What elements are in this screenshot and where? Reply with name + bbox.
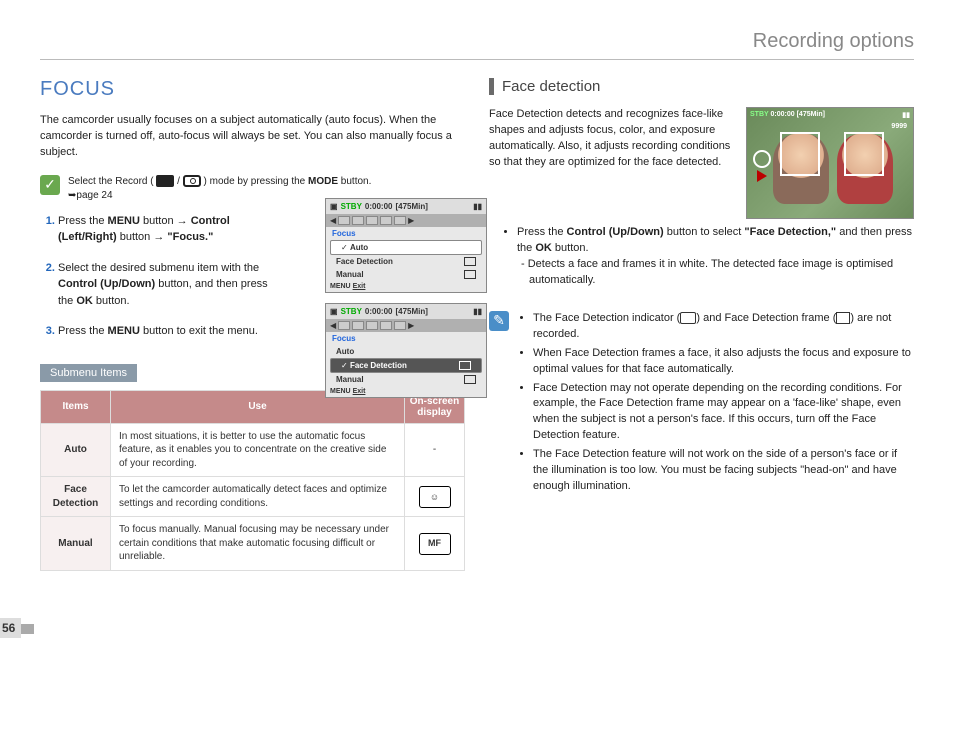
row-manual-osd: MF: [405, 517, 465, 571]
row-auto-use: In most situations, it is better to use …: [111, 423, 405, 477]
face-frame-1: [780, 132, 820, 176]
photo-mode-icon: [183, 175, 201, 187]
face-indicator-icon: [753, 150, 771, 168]
lcd-section-label: Focus: [326, 332, 486, 345]
lcd-manual-item: Manual: [326, 268, 486, 281]
lcd-face-selected: ✓ Face Detection: [330, 358, 482, 373]
page-number: 56: [0, 618, 21, 638]
submenu-heading: Submenu Items: [40, 364, 137, 382]
battery-icon: ▮▮: [473, 202, 482, 211]
face-indicator-inline-icon: [680, 312, 696, 324]
lcd-auto-item: Auto: [326, 345, 486, 358]
face-detection-heading: Face detection: [489, 78, 914, 95]
lcd-tabs: ◀▶: [326, 214, 486, 227]
row-face-name: Face Detection: [41, 477, 111, 517]
instruction-1: Press the Control (Up/Down) button to se…: [517, 225, 914, 289]
sd-icon: ▣: [330, 307, 338, 316]
face-frame-inline-icon: [836, 312, 850, 324]
note-2: When Face Detection frames a face, it al…: [533, 346, 914, 378]
face-frame-2: [844, 132, 884, 176]
lcd-screenshots: ▣ STBY 0:00:00 [475Min] ▮▮ ◀▶ Focus ✓ Au…: [325, 198, 487, 408]
manual-focus-osd-icon: MF: [419, 533, 451, 555]
submenu-table: Items Use On-screen display Auto In most…: [40, 390, 465, 571]
instruction-1-sub: - Detects a face and frames it in white.…: [517, 257, 914, 289]
lcd-face-item: Face Detection: [326, 255, 486, 268]
page-ref: ➥page 24: [68, 190, 113, 201]
table-row: Manual To focus manually. Manual focusin…: [41, 517, 465, 571]
stby-label: STBY: [341, 202, 362, 211]
time-label: 0:00:00: [365, 307, 393, 316]
lcd-bottom: MENU Exit: [326, 281, 486, 292]
manual-focus-icon: [464, 270, 476, 279]
manual-page: Recording options FOCUS The camcorder us…: [40, 30, 914, 700]
lcd-section-label: Focus: [326, 227, 486, 240]
note-3: Face Detection may not operate depending…: [533, 381, 914, 445]
thumb-time: 0:00:00: [771, 111, 795, 118]
lcd-tabs: ◀▶: [326, 319, 486, 332]
info-icon: ✎: [489, 311, 509, 331]
face-detect-osd-icon: ☺: [419, 486, 451, 508]
note-text-c: button.: [341, 176, 372, 187]
lcd-screen-1: ▣ STBY 0:00:00 [475Min] ▮▮ ◀▶ Focus ✓ Au…: [325, 198, 487, 293]
row-face-use: To let the camcorder automatically detec…: [111, 477, 405, 517]
manual-focus-icon: [464, 375, 476, 384]
row-manual-use: To focus manually. Manual focusing may b…: [111, 517, 405, 571]
left-column: FOCUS The camcorder usually focuses on a…: [40, 78, 465, 571]
check-icon: ✓: [40, 175, 60, 195]
note-1: The Face Detection indicator () and Face…: [533, 311, 914, 343]
thumb-stby: STBY: [750, 111, 769, 118]
mode-label: MODE: [308, 176, 338, 187]
right-column: Face detection STBY 0:00:00 [475Min] ▮▮ …: [489, 78, 914, 571]
focus-intro: The camcorder usually focuses on a subje…: [40, 113, 465, 161]
face-detect-icon: [464, 257, 476, 266]
lcd-manual-item: Manual: [326, 373, 486, 386]
play-arrow-icon: [757, 170, 767, 182]
note-text-b: ) mode by pressing the: [204, 176, 309, 187]
focus-heading: FOCUS: [40, 78, 465, 101]
video-mode-icon: [156, 175, 174, 187]
info-notes-list: The Face Detection indicator () and Face…: [517, 311, 914, 498]
table-row: Face Detection To let the camcorder auto…: [41, 477, 465, 517]
stby-label: STBY: [341, 307, 362, 316]
row-face-osd: ☺: [405, 477, 465, 517]
lcd-screen-2: ▣ STBY 0:00:00 [475Min] ▮▮ ◀▶ Focus Auto…: [325, 303, 487, 398]
face-detection-preview: STBY 0:00:00 [475Min] ▮▮ 9999: [746, 107, 914, 219]
remain-label: [475Min]: [395, 202, 427, 211]
face-detect-icon: [459, 361, 471, 370]
thumb-count: 9999: [891, 123, 907, 130]
battery-icon: ▮▮: [473, 307, 482, 316]
lcd-bottom: MENU Exit: [326, 386, 486, 397]
row-auto-osd: -: [405, 423, 465, 477]
note-text-a: Select the Record (: [68, 176, 154, 187]
battery-icon: ▮▮: [902, 111, 910, 119]
time-label: 0:00:00: [365, 202, 393, 211]
remain-label: [475Min]: [395, 307, 427, 316]
thumb-remain: [475Min]: [797, 111, 825, 118]
row-manual-name: Manual: [41, 517, 111, 571]
note-4: The Face Detection feature will not work…: [533, 447, 914, 495]
lcd-auto-selected: ✓ Auto: [330, 240, 482, 255]
chapter-title: Recording options: [40, 30, 914, 60]
th-items: Items: [41, 390, 111, 423]
face-instructions: Press the Control (Up/Down) button to se…: [489, 225, 914, 289]
note-sep: /: [177, 176, 183, 187]
info-note-block: ✎ The Face Detection indicator () and Fa…: [489, 307, 914, 508]
table-row: Auto In most situations, it is better to…: [41, 423, 465, 477]
sd-icon: ▣: [330, 202, 338, 211]
row-auto-name: Auto: [41, 423, 111, 477]
